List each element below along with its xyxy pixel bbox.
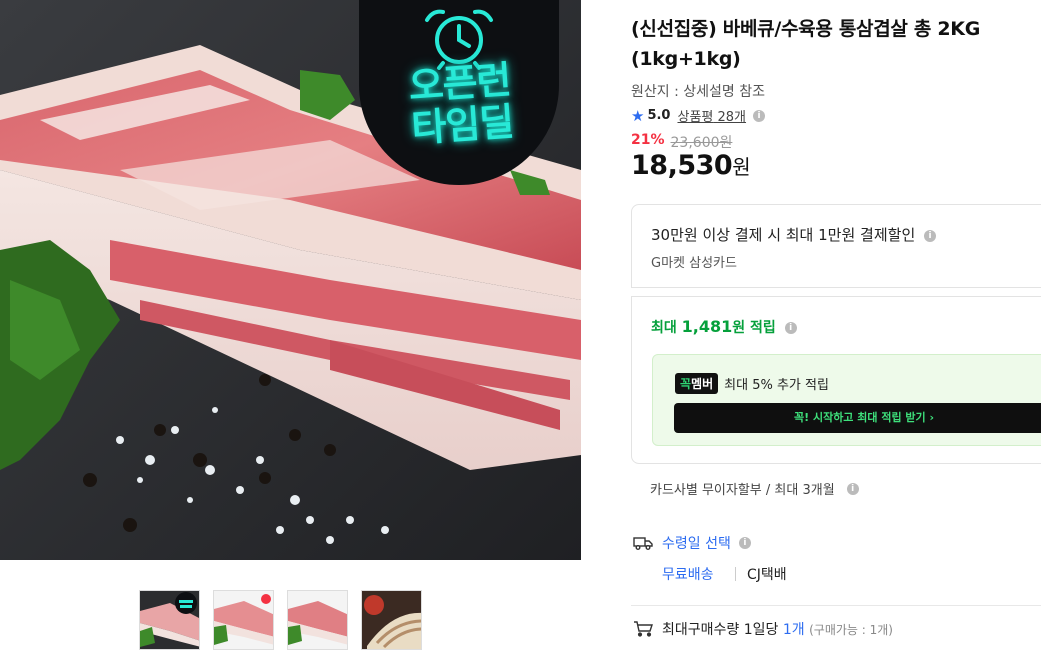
rating-score: 5.0 <box>647 108 671 123</box>
product-origin: 원산지 : 상세설명 참조 <box>631 84 765 100</box>
info-icon[interactable]: i <box>924 229 937 242</box>
thumbnail-strip <box>139 590 422 650</box>
cart-icon <box>634 621 653 637</box>
info-icon[interactable]: i <box>784 322 797 334</box>
delivery-carrier: CJ택배 <box>747 567 787 583</box>
max-purchase-text: 최대구매수량 1일당 1개 (구매가능 : 1개) <box>662 619 893 639</box>
star-icon: ★ <box>631 106 645 125</box>
thumbnail-3[interactable] <box>287 590 348 650</box>
member-promo: 꼭멤버 최대 5% 추가 적립 꼭! 시작하고 최대 적립 받기 › <box>652 354 1041 446</box>
main-product-image: 오픈런 타임딜 <box>0 0 581 560</box>
rating-row: ★ 5.0 상품평 28개 i <box>631 106 766 125</box>
member-tag-2: 멤버 <box>691 377 714 391</box>
member-row: 꼭멤버 최대 5% 추가 적립 <box>675 373 829 394</box>
review-link[interactable]: 상품평 28개 <box>677 106 746 125</box>
member-tag-1: 꼭 <box>680 377 692 391</box>
installment-text: 카드사별 무이자할부 / 최대 3개월 <box>650 483 835 498</box>
sale-price: 18,530원 <box>631 150 751 181</box>
thumbnail-2[interactable] <box>213 590 274 650</box>
product-title: (신선집중) 바베큐/수육용 통삼겹살 총 2KG (1kg+1kg) <box>631 18 981 70</box>
reward-prefix: 최대 <box>651 320 682 336</box>
review-count: 28개 <box>717 110 747 125</box>
card-promo-box: 30만원 이상 결제 시 최대 1만원 결제할인 i G마켓 삼성카드 <box>631 204 1041 288</box>
info-icon[interactable]: i <box>753 109 766 122</box>
review-label: 상품평 <box>677 110 714 125</box>
reward-title: 최대 1,481원 적립 i <box>651 317 797 337</box>
divider <box>735 567 736 581</box>
sale-price-value: 18,530 <box>631 150 733 181</box>
info-icon[interactable]: i <box>738 537 751 549</box>
reward-amount: 1,481 <box>681 317 733 336</box>
installment-info: 카드사별 무이자할부 / 최대 3개월 i <box>650 479 859 498</box>
thumbnail-1[interactable] <box>139 590 200 650</box>
thumbnail-4[interactable] <box>361 590 422 650</box>
section-divider <box>631 605 1041 606</box>
deal-badge-text: 오픈런 타임딜 <box>373 56 548 152</box>
truck-icon <box>633 537 653 550</box>
delivery-date-select[interactable]: 수령일 선택 i <box>662 533 751 553</box>
card-promo-text: 30만원 이상 결제 시 최대 1만원 결제할인 <box>651 226 916 244</box>
price-unit: 원 <box>732 155 751 179</box>
max-purchase-count: 1개 <box>782 622 805 638</box>
delivery-label: 수령일 선택 <box>662 536 731 552</box>
member-tag: 꼭멤버 <box>675 373 719 394</box>
card-promo-main: 30만원 이상 결제 시 최대 1만원 결제할인 i <box>651 224 937 245</box>
member-text: 최대 5% 추가 적립 <box>724 378 829 393</box>
member-cta-button[interactable]: 꼭! 시작하고 최대 적립 받기 › <box>674 403 1041 433</box>
reward-suffix: 원 적립 <box>732 320 776 336</box>
max-purchase-label: 최대구매수량 1일당 <box>662 622 779 638</box>
original-price: 23,600원 <box>670 135 733 151</box>
discount-row: 21% 23,600원 <box>631 132 732 152</box>
card-promo-sub: G마켓 삼성카드 <box>651 256 737 271</box>
free-shipping: 무료배송 <box>662 567 714 583</box>
info-icon[interactable]: i <box>846 482 859 495</box>
discount-rate: 21% <box>631 132 665 148</box>
max-purchase-note: (구매가능 : 1개) <box>809 623 893 637</box>
reward-box: 최대 1,481원 적립 i 꼭멤버 최대 5% 추가 적립 꼭! 시작하고 최… <box>631 296 1041 464</box>
